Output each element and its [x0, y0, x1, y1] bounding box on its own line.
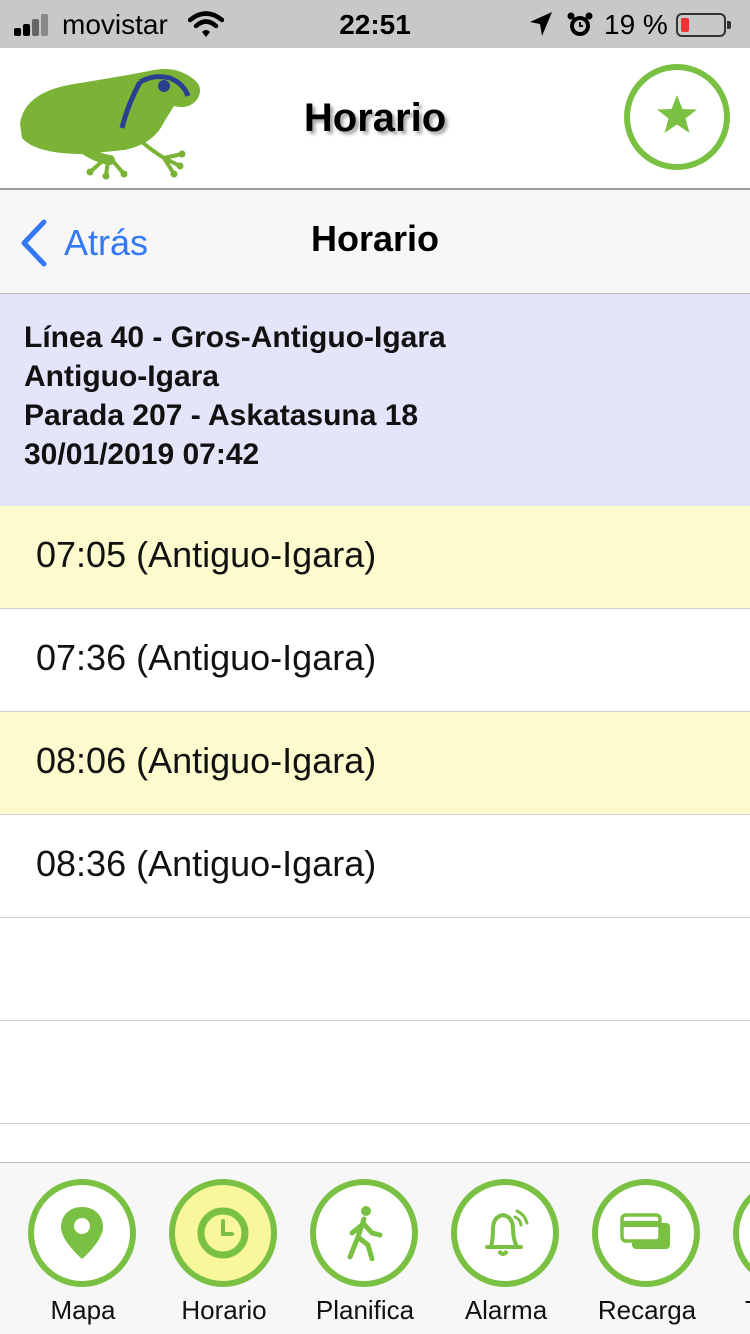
app-header: Horario [0, 48, 750, 190]
tab-label: Horario [181, 1295, 267, 1325]
walking-person-icon [347, 1206, 383, 1261]
star-icon [657, 95, 697, 133]
tab-more[interactable]: T [733, 1179, 750, 1329]
nav-title: Horario [310, 218, 440, 259]
tab-horario[interactable]: Horario [169, 1179, 279, 1329]
list-item [0, 1021, 750, 1124]
schedule-list: 07:05 (Antiguo-Igara) 07:36 (Antiguo-Iga… [0, 506, 750, 1124]
map-pin-icon [61, 1207, 103, 1259]
departure-time: 08:06 (Antiguo-Igara) [36, 740, 377, 781]
navigation-bar: Atrás Horario [0, 190, 750, 294]
departure-time: 08:36 (Antiguo-Igara) [36, 843, 377, 884]
tab-planifica[interactable]: Planifica [310, 1179, 420, 1329]
battery-percent: 19 % [604, 9, 668, 40]
tab-bar: Mapa Horario Planifica Alarma Recarga [0, 1162, 750, 1334]
tab-mapa[interactable]: Mapa [28, 1179, 138, 1329]
list-item [0, 918, 750, 1021]
location-arrow-icon [530, 12, 552, 36]
stop-info-panel: Línea 40 - Gros-Antiguo-Igara Antiguo-Ig… [0, 294, 750, 506]
tab-label: Mapa [50, 1295, 116, 1325]
departure-time: 07:36 (Antiguo-Igara) [36, 637, 377, 678]
stop-name: Parada 207 - Askatasuna 18 [24, 399, 419, 432]
status-bar: movistar 22:51 19 % [0, 0, 750, 48]
tab-label: Planifica [315, 1295, 415, 1325]
direction-name: Antiguo-Igara [24, 360, 219, 393]
list-item[interactable]: 08:36 (Antiguo-Igara) [0, 815, 750, 918]
credit-card-icon [620, 1213, 670, 1249]
tab-label: Alarma [464, 1295, 548, 1325]
departure-time: 07:05 (Antiguo-Igara) [36, 534, 377, 575]
bell-icon [485, 1209, 529, 1256]
favorite-button[interactable] [624, 64, 730, 170]
list-item[interactable]: 07:36 (Antiguo-Igara) [0, 609, 750, 712]
query-datetime: 30/01/2019 07:42 [24, 438, 260, 471]
tab-label: T [678, 1295, 750, 1326]
line-name: Línea 40 - Gros-Antiguo-Igara [24, 321, 446, 354]
alarm-clock-icon [567, 12, 593, 36]
clock-icon [197, 1207, 249, 1259]
list-item[interactable]: 08:06 (Antiguo-Igara) [0, 712, 750, 815]
list-item[interactable]: 07:05 (Antiguo-Igara) [0, 506, 750, 609]
tab-alarma[interactable]: Alarma [451, 1179, 561, 1329]
battery-icon [676, 13, 731, 37]
